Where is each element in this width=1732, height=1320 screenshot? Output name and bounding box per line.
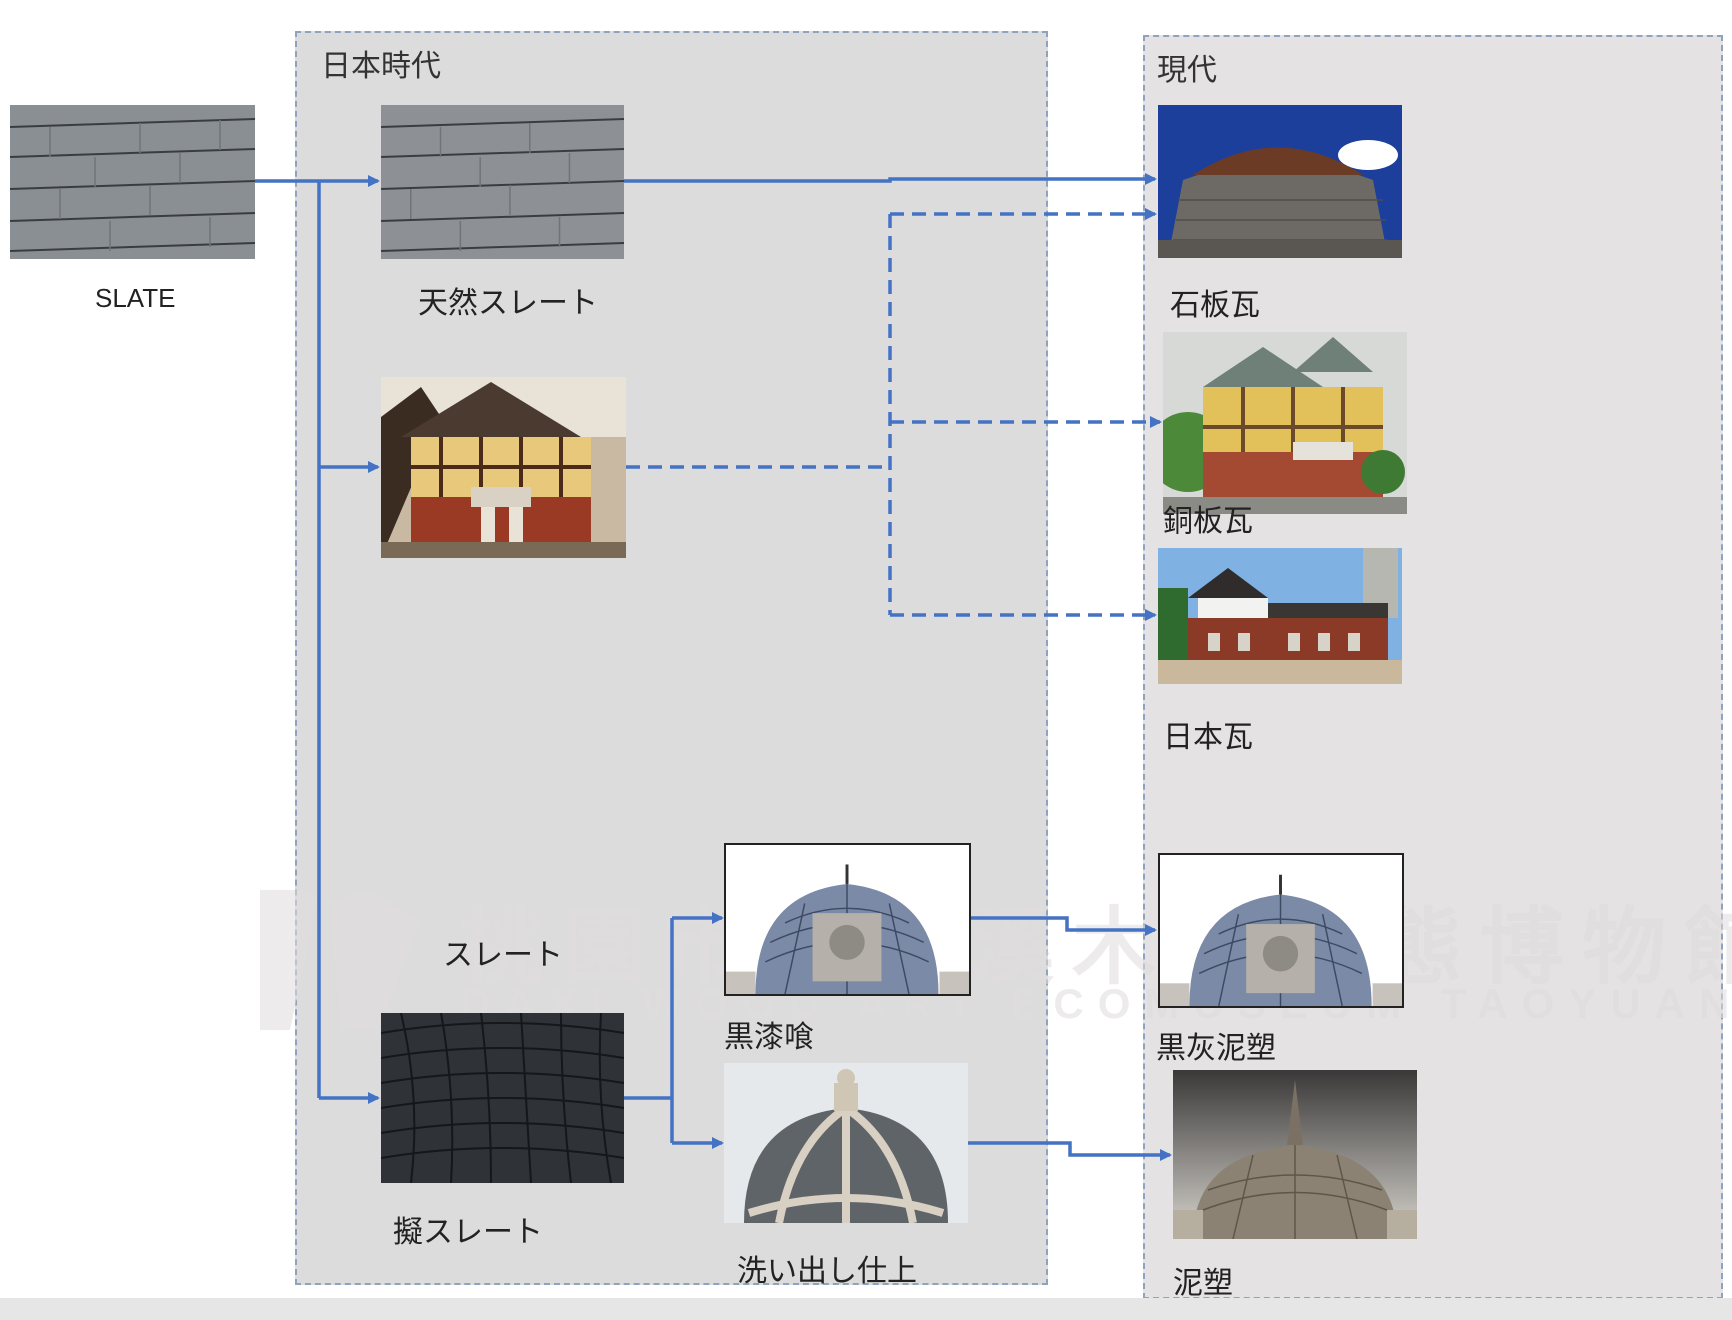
flow-arrows: [255, 173, 1172, 1161]
bottom-bar: [0, 1298, 1732, 1320]
arrow-black-plaster-to-relief: [971, 916, 1157, 936]
arrow-washed-to-plaster-relief: [968, 1141, 1172, 1161]
arrow-natural-to-stone: [624, 173, 1157, 185]
